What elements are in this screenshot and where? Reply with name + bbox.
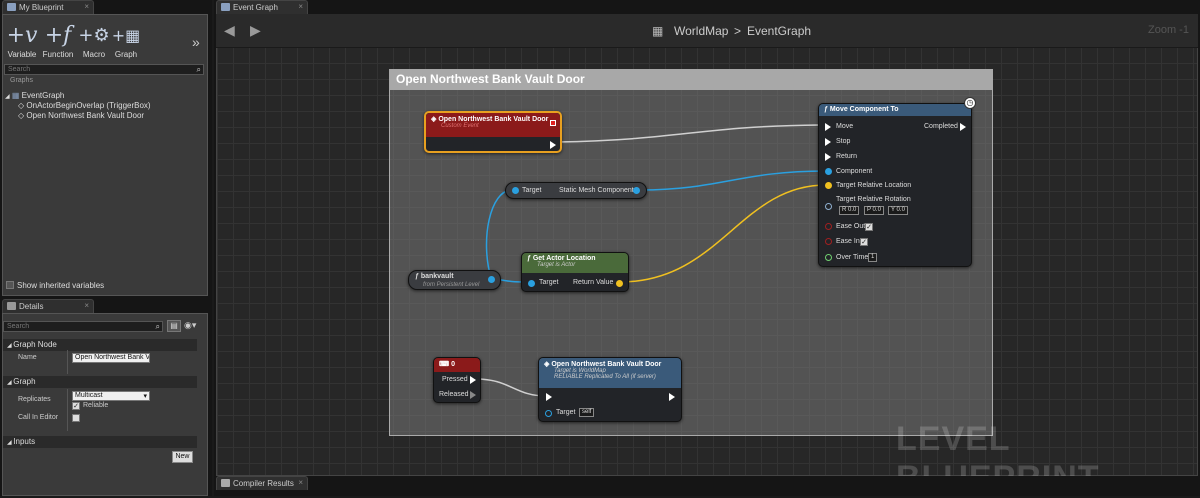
over-time-pin[interactable] <box>825 254 832 261</box>
released-exec-pin[interactable] <box>470 391 476 399</box>
ease-out-label: Ease Out <box>836 223 866 230</box>
rotation-pin[interactable] <box>825 203 832 210</box>
target-pin-label: Target <box>539 279 559 286</box>
stop-pin-label: Stop <box>836 138 851 145</box>
call-function-node[interactable]: ◈ Open Northwest Bank Vault Door Target … <box>538 357 682 422</box>
key-event-header: ⌨ 0 <box>434 358 480 372</box>
pressed-label: Pressed <box>442 376 468 383</box>
bankvault-subtitle: from Persistent Level <box>423 282 480 288</box>
move-component-header: ƒ Move Component To <box>819 104 971 116</box>
over-time-field[interactable]: 1 <box>868 253 878 262</box>
static-mesh-output-label: Static Mesh Component <box>559 187 634 194</box>
compiler-icon <box>221 479 230 487</box>
rotation-roll-field[interactable]: R 0.0 <box>839 206 860 215</box>
ease-in-checkbox[interactable]: ✓ <box>860 238 868 246</box>
pressed-exec-wire <box>475 378 547 397</box>
pressed-exec-pin[interactable] <box>470 376 476 384</box>
close-icon[interactable]: × <box>298 478 303 487</box>
move-exec-pin[interactable] <box>825 123 831 131</box>
bankvault-output-pin[interactable] <box>488 276 495 283</box>
bankvault-wire-a <box>485 189 513 279</box>
released-label: Released <box>439 391 469 398</box>
return-value-pin[interactable] <box>616 280 623 287</box>
custom-event-node[interactable]: ◈ Open Northwest Bank Vault Door Custom … <box>424 111 562 153</box>
rotation-pitch-field[interactable]: P 0.0 <box>864 206 884 215</box>
exec-wire <box>556 124 821 143</box>
output-pin[interactable] <box>633 187 640 194</box>
call-exec-in-pin[interactable] <box>546 393 552 401</box>
custom-event-header: ◈ Open Northwest Bank Vault Door Custom … <box>426 113 560 137</box>
get-location-subtitle: Target is Actor <box>537 262 576 268</box>
location-pin-label: Target Relative Location <box>836 182 912 189</box>
component-wire <box>639 170 827 191</box>
component-pin-label: Component <box>836 168 873 175</box>
rotation-yaw-field[interactable]: Y 0.0 <box>888 206 908 215</box>
get-actor-location-header: ƒ Get Actor Location Target is Actor <box>522 253 628 273</box>
call-target-pin[interactable] <box>545 410 552 417</box>
return-exec-pin[interactable] <box>825 153 831 161</box>
over-time-label: Over Time <box>836 254 869 261</box>
target-pin[interactable] <box>528 280 535 287</box>
target-pin[interactable] <box>512 187 519 194</box>
completed-exec-pin[interactable] <box>960 123 966 131</box>
bottom-bar <box>214 476 1200 496</box>
key-event-node[interactable]: ⌨ 0 Pressed Released <box>433 357 481 403</box>
ease-in-label: Ease In <box>836 238 860 245</box>
call-self-field[interactable]: self <box>579 408 595 417</box>
move-pin-label: Move <box>836 123 854 130</box>
keyboard-icon: ⌨ <box>439 361 452 368</box>
move-component-node[interactable]: ƒ Move Component To ◷ Move Completed Sto… <box>818 97 976 267</box>
ease-out-pin[interactable] <box>825 223 832 230</box>
tab-compiler-results[interactable]: Compiler Results × <box>216 476 308 490</box>
component-pin[interactable] <box>825 168 832 175</box>
rotation-pin-label: Target Relative Rotation <box>836 196 911 203</box>
call-subtitle-2: RELIABLE Replicated To All (if server) <box>554 374 656 380</box>
bankvault-title: ƒ bankvault <box>415 273 454 280</box>
return-value-label: Return Value <box>573 279 614 286</box>
ease-out-checkbox[interactable]: ✓ <box>865 223 873 231</box>
stop-exec-pin[interactable] <box>825 138 831 146</box>
return-pin-label: Return <box>836 153 858 160</box>
custom-event-subtitle: Custom Event <box>441 123 479 129</box>
completed-pin-label: Completed <box>924 123 958 130</box>
call-function-header: ◈ Open Northwest Bank Vault Door Target … <box>539 358 681 388</box>
target-pin-label: Target <box>522 187 542 194</box>
exec-out-pin[interactable] <box>550 141 556 149</box>
location-pin[interactable] <box>825 182 832 189</box>
bankvault-node[interactable]: ƒ bankvault from Persistent Level <box>408 270 501 290</box>
static-mesh-node[interactable]: Target Static Mesh Component <box>505 182 647 199</box>
location-wire <box>619 184 827 283</box>
ease-in-pin[interactable] <box>825 238 832 245</box>
call-exec-out-pin[interactable] <box>669 393 675 401</box>
latent-clock-icon: ◷ <box>964 97 976 109</box>
get-actor-location-node[interactable]: ƒ Get Actor Location Target is Actor Tar… <box>521 252 629 292</box>
call-target-label: Target <box>556 409 576 416</box>
replicated-indicator-icon <box>550 120 556 126</box>
